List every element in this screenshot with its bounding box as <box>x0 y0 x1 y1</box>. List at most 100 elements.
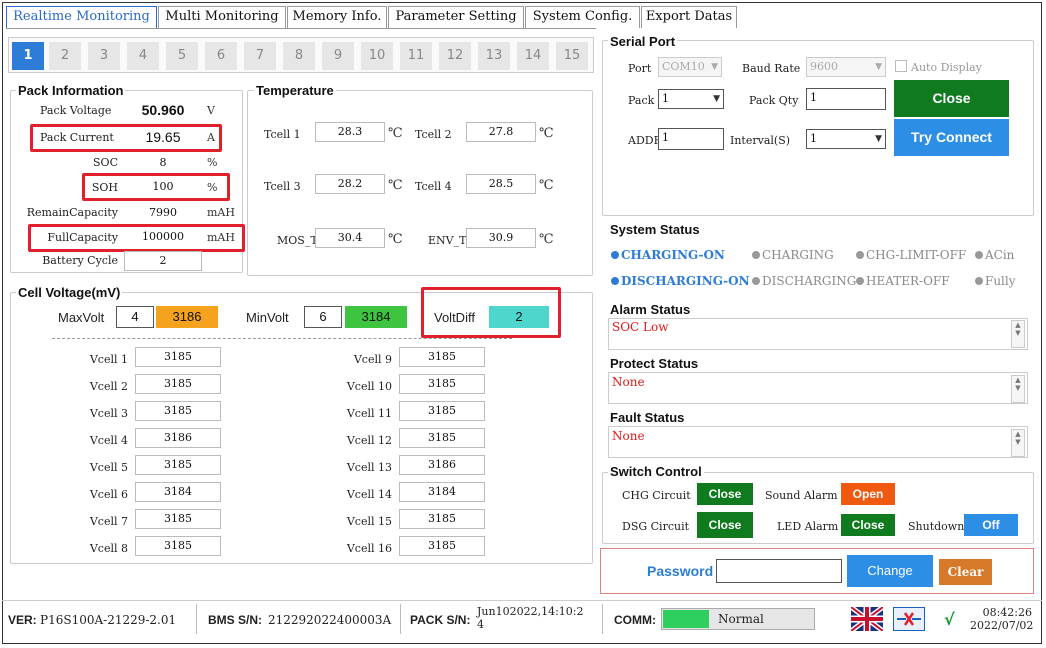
min-volt-value: 3184 <box>345 306 407 328</box>
pack-button-15[interactable]: 15 <box>556 42 588 70</box>
serial-close-button[interactable]: Close <box>894 80 1009 117</box>
vcell-value-8: 3185 <box>135 536 221 556</box>
password-input[interactable] <box>716 559 842 583</box>
comm-status-fill <box>663 610 709 628</box>
pack-button-14[interactable]: 14 <box>517 42 549 70</box>
alarm-scrollbar[interactable]: ▲ ▼ <box>1011 320 1025 348</box>
pack-qty-input[interactable]: 1 <box>806 88 886 110</box>
time-value: 08:42:26 <box>982 606 1032 619</box>
env-temp-unit: ℃ <box>539 232 554 247</box>
status-chg-limit-off-label: CHG-LIMIT-OFF <box>866 248 967 262</box>
chevron-down-icon: ▼ <box>875 62 882 72</box>
tab-export-datas[interactable]: Export Datas <box>641 6 737 28</box>
port-select[interactable]: COM10 ▼ <box>658 57 722 77</box>
max-volt-index: 4 <box>116 306 154 328</box>
pack-button-6[interactable]: 6 <box>205 42 237 70</box>
tab-memory-info[interactable]: Memory Info. <box>287 6 387 28</box>
sound-alarm-label: Sound Alarm <box>765 489 838 502</box>
cell-divider <box>52 338 512 339</box>
tab-divider <box>6 28 596 29</box>
volt-diff-label: VoltDiff <box>434 310 475 325</box>
cell-voltage-title: Cell Voltage(mV) <box>16 285 123 300</box>
status-heater-off-label: HEATER-OFF <box>866 274 950 288</box>
vcell-label-13: Vcell 13 <box>346 461 392 474</box>
disconnect-icon[interactable] <box>893 607 925 631</box>
password-change-button[interactable]: Change <box>847 555 933 587</box>
pack-button-13[interactable]: 13 <box>478 42 510 70</box>
status-charging-on-label: CHARGING-ON <box>621 248 725 262</box>
shutdown-button[interactable]: Off <box>964 514 1018 536</box>
pack-button-1[interactable]: 1 <box>12 42 44 70</box>
status-dot-icon <box>856 277 864 285</box>
system-status-title: System Status <box>608 222 702 237</box>
vcell-value-16: 3185 <box>399 536 485 556</box>
status-acin: ACin <box>975 248 1014 262</box>
sound-alarm-button[interactable]: Open <box>841 483 895 505</box>
pack-button-5[interactable]: 5 <box>166 42 198 70</box>
statusbar-separator <box>196 604 197 634</box>
tab-multi-monitoring[interactable]: Multi Monitoring <box>158 6 286 28</box>
addr-input[interactable]: 1 <box>658 128 724 150</box>
status-discharging-label: DISCHARGING <box>762 274 857 288</box>
vcell-value-10: 3185 <box>399 374 485 394</box>
protect-scrollbar[interactable]: ▲ ▼ <box>1011 375 1025 403</box>
max-volt-value: 3186 <box>156 306 218 328</box>
led-alarm-button[interactable]: Close <box>841 514 895 536</box>
pack-sn-label: PACK S/N: <box>410 613 471 627</box>
tab-parameter-setting[interactable]: Parameter Setting <box>388 6 524 28</box>
vcell-label-14: Vcell 14 <box>346 488 392 501</box>
tab-realtime-monitoring[interactable]: Realtime Monitoring <box>6 6 157 28</box>
password-label: Password <box>647 563 714 579</box>
pack-button-8[interactable]: 8 <box>283 42 315 70</box>
tcell4-unit: ℃ <box>539 178 554 193</box>
vcell-value-3: 3185 <box>135 401 221 421</box>
connected-check-icon: √ <box>944 610 955 629</box>
fault-scrollbar[interactable]: ▲ ▼ <box>1011 429 1025 457</box>
bms-sn-value: 212292022400003A <box>268 613 392 627</box>
vcell-label-16: Vcell 16 <box>346 542 392 555</box>
pack-qty-label: Pack Qty <box>749 94 799 107</box>
status-dot-icon <box>611 251 619 259</box>
tcell3-value: 28.2 <box>315 174 385 194</box>
interval-select[interactable]: 1 ▼ <box>806 129 886 149</box>
pack-sn-value: Jun102022,14:10:2 4 <box>477 605 583 631</box>
pack-sn-line1: Jun102022,14:10:2 <box>477 605 584 618</box>
status-dot-icon <box>752 277 760 285</box>
comm-status-text: Normal <box>718 612 764 626</box>
chg-circuit-button[interactable]: Close <box>697 483 753 505</box>
datetime: 08:42:26 2022/07/02 <box>970 606 1034 632</box>
auto-display-checkbox[interactable] <box>895 60 907 72</box>
pack-button-10[interactable]: 10 <box>361 42 393 70</box>
vcell-label-10: Vcell 10 <box>346 380 392 393</box>
pack-button-3[interactable]: 3 <box>88 42 120 70</box>
pack-button-9[interactable]: 9 <box>322 42 354 70</box>
date-value: 2022/07/02 <box>970 619 1034 632</box>
pack-button-12[interactable]: 12 <box>439 42 471 70</box>
pack-select[interactable]: 1 ▼ <box>658 89 724 109</box>
vcell-value-1: 3185 <box>135 347 221 367</box>
pack-voltage-value: 50.960 <box>124 100 202 120</box>
baud-rate-label: Baud Rate <box>742 62 801 75</box>
addr-value: 1 <box>662 131 669 144</box>
addr-label: ADDR <box>628 134 662 147</box>
chevron-down-icon: ▼ <box>711 62 718 72</box>
vcell-label-12: Vcell 12 <box>346 434 392 447</box>
password-clear-button[interactable]: Clear <box>939 559 992 585</box>
status-acin-label: ACin <box>985 248 1015 262</box>
try-connect-button[interactable]: Try Connect <box>894 119 1009 156</box>
tab-system-config[interactable]: System Config. <box>525 6 640 28</box>
vcell-label-9: Vcell 9 <box>353 353 392 366</box>
soh-label: SOH <box>91 181 118 194</box>
vcell-value-14: 3184 <box>399 482 485 502</box>
pack-button-7[interactable]: 7 <box>244 42 276 70</box>
full-capacity-value: 100000 <box>124 227 202 247</box>
pack-qty-value: 1 <box>810 91 817 104</box>
pack-button-2[interactable]: 2 <box>49 42 81 70</box>
baud-rate-select[interactable]: 9600 ▼ <box>806 57 886 77</box>
pack-button-4[interactable]: 4 <box>127 42 159 70</box>
english-flag-icon[interactable] <box>849 605 885 633</box>
tcell1-label: Tcell 1 <box>264 128 301 141</box>
dsg-circuit-button[interactable]: Close <box>697 512 753 538</box>
chevron-down-icon: ▼ <box>875 134 882 144</box>
pack-button-11[interactable]: 11 <box>400 42 432 70</box>
